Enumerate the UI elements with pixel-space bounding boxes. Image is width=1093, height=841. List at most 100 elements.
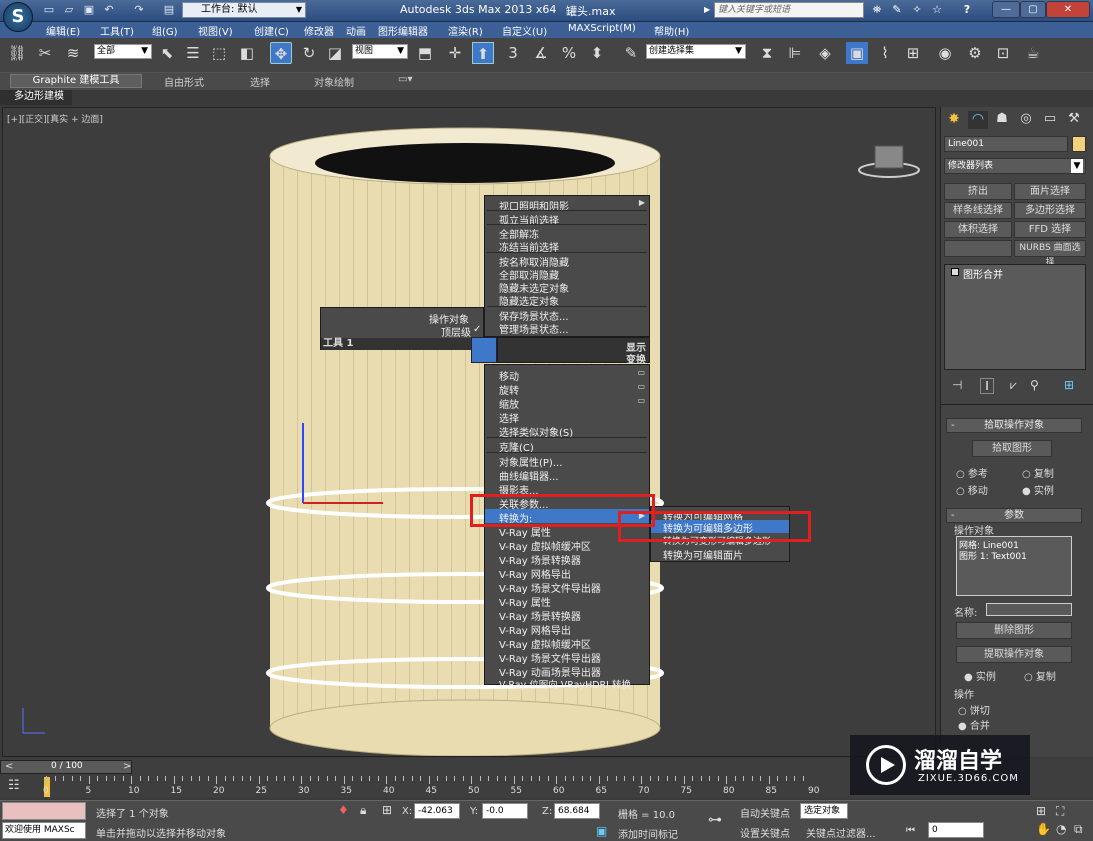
key-icon[interactable]: ⊶ [708, 812, 722, 828]
menu-animation[interactable]: 动画 [346, 23, 366, 38]
pivot-center-icon[interactable]: ⬒ [414, 42, 436, 64]
project-folder-icon[interactable]: ▤ [162, 3, 176, 17]
modify-tab-icon[interactable]: ◠ [968, 111, 988, 129]
add-time-tag[interactable]: 添加时间标记 [618, 826, 678, 841]
settings-box-icon[interactable]: ▭ [637, 368, 645, 377]
object-name-field[interactable]: Line001 [944, 136, 1068, 152]
x-coordinate-field[interactable]: -42.063 [414, 803, 460, 819]
pick-shape-button[interactable]: 拾取图形 [972, 440, 1052, 457]
redo-icon[interactable]: ↷ [132, 3, 146, 17]
create-tab-icon[interactable]: ✸ [944, 111, 964, 129]
time-slider[interactable]: < 0 / 100 > [0, 760, 132, 774]
menu-maxscript[interactable]: MAXScript(M) [568, 23, 636, 34]
modifier-stack-list[interactable]: 图形合并 [944, 264, 1086, 370]
quad-item-vray-scene-converter-2[interactable]: V-Ray 场景转换器 [499, 608, 581, 623]
render-setup-icon[interactable]: ⚙ [964, 42, 986, 64]
timeline-ruler[interactable]: 0 5 10 15 20 25 30 35 40 45 50 55 60 65 70 75 80 85 90 [43, 776, 846, 798]
name-input[interactable] [986, 603, 1072, 616]
delete-shape-button[interactable]: 删除图形 [956, 622, 1072, 639]
tab-object-paint[interactable]: 对象绘制 [314, 74, 354, 89]
tools-icon[interactable]: ✎ [890, 3, 904, 17]
absolute-mode-icon[interactable]: ⊞ [382, 803, 392, 817]
snaps-toggle-icon[interactable]: 3 [502, 42, 524, 64]
radio-extract-instance[interactable]: ● 实例 [964, 668, 996, 683]
radio-extract-copy[interactable]: ○ 复制 [1024, 668, 1056, 683]
quad-item-select[interactable]: 选择 [499, 410, 519, 425]
named-selection-set-dropdown[interactable]: 创建选择集 ▼ [646, 44, 746, 59]
align-icon[interactable]: ⊫ [784, 42, 806, 64]
quad-item-manage-scene-states[interactable]: 管理场景状态... [499, 321, 569, 336]
isolate-toggle-icon[interactable]: ♦ [338, 803, 349, 817]
bind-spacewarp-icon[interactable]: ≋ [62, 42, 84, 64]
time-tag-icon[interactable]: ▣ [596, 824, 607, 838]
ribbon-options-icon[interactable]: ▭▾ [398, 74, 412, 85]
extrude-button[interactable]: 挤出 [944, 183, 1012, 200]
close-button[interactable]: ✕ [1046, 1, 1090, 18]
zoom-extents-icon[interactable]: ⊞ [1036, 804, 1046, 818]
radio-instance[interactable]: ● 实例 [1022, 482, 1054, 497]
undo-icon[interactable]: ↶ [102, 3, 116, 17]
select-rotate-icon[interactable]: ↻ [298, 42, 320, 64]
modifier-list-dropdown[interactable]: 修改器列表 ▼ [944, 158, 1086, 174]
select-move-icon[interactable]: ✥ [270, 42, 292, 64]
save-icon[interactable]: ▣ [82, 3, 96, 17]
show-end-result-icon[interactable]: I [980, 378, 994, 394]
workspace-dropdown[interactable]: 工作台: 默认 ▼ [182, 2, 306, 18]
radio-merge[interactable]: ● 合并 [958, 717, 990, 732]
keyword-search-input[interactable]: 键入关键字或短语 [714, 2, 864, 18]
tab-selection[interactable]: 选择 [250, 74, 270, 89]
quad-item-move[interactable]: 移动 [499, 368, 519, 383]
select-manipulate-icon[interactable]: ✛ [444, 42, 466, 64]
key-mode-dropdown[interactable]: 选定对象 [800, 803, 848, 819]
quad-item-vray-scene-converter[interactable]: V-Ray 场景转换器 [499, 552, 581, 567]
select-object-icon[interactable]: ⬉ [156, 42, 178, 64]
polygon-modeling-tab[interactable]: 多边形建模 [0, 90, 72, 105]
motion-tab-icon[interactable]: ◎ [1016, 111, 1036, 129]
menu-edit[interactable]: 编辑(E) [46, 23, 80, 38]
app-logo-icon[interactable]: S [3, 2, 33, 32]
welcome-text[interactable]: 欢迎使用 MAXSc [2, 822, 86, 839]
quad-item-curve-editor[interactable]: 曲线编辑器... [499, 468, 559, 483]
configure-sets-icon[interactable]: ⊞ [1064, 378, 1074, 392]
menu-customize[interactable]: 自定义(U) [502, 23, 547, 38]
settings-box-icon[interactable]: ▭ [637, 396, 645, 405]
quad-item-vray-vfb-2[interactable]: V-Ray 虚拟帧缓冲区 [499, 636, 591, 651]
remove-modifier-icon[interactable]: ⚲ [1030, 378, 1039, 392]
object-color-swatch[interactable] [1072, 136, 1086, 152]
settings-box-icon[interactable]: ▭ [637, 382, 645, 391]
hierarchy-tab-icon[interactable]: ☗ [992, 111, 1012, 129]
current-frame-field[interactable]: 0 [928, 822, 984, 838]
maximize-viewport-icon[interactable]: ⧉ [1074, 822, 1083, 837]
volume-select-button[interactable]: 体积选择 [944, 221, 1012, 238]
pan-icon[interactable]: ✋ [1036, 822, 1051, 836]
curve-editor-icon[interactable]: ⌇ [874, 42, 896, 64]
stack-item-shape-merge[interactable]: 图形合并 [963, 266, 1003, 281]
community-icon[interactable]: ✧ [910, 3, 924, 17]
graphite-toggle-icon[interactable]: ▣ [846, 42, 868, 64]
percent-snap-icon[interactable]: % [558, 42, 580, 64]
radio-move[interactable]: ○ 移动 [956, 482, 988, 497]
quad-item-vray-scene-exporter-2[interactable]: V-Ray 场景文件导出器 [499, 650, 601, 665]
orbit-icon[interactable]: ◔ [1056, 822, 1066, 836]
patch-select-button[interactable]: 面片选择 [1014, 183, 1086, 200]
tab-graphite-modeling[interactable]: Graphite 建模工具 [10, 74, 142, 88]
quad-item-top-level[interactable]: 顶层级 [441, 324, 471, 339]
time-slider-prev-icon[interactable]: < [5, 761, 13, 772]
rollout-pick-operand[interactable]: - 拾取操作对象 [946, 418, 1082, 433]
quad-item-scale[interactable]: 缩放 [499, 396, 519, 411]
lock-selection-icon[interactable]: 🔒︎ [360, 803, 366, 818]
key-filters-button[interactable]: 关键点过滤器... [806, 825, 876, 840]
spline-select-button[interactable]: 样条线选择 [944, 202, 1012, 219]
rollout-parameters[interactable]: - 参数 [946, 508, 1082, 523]
viewcube-icon[interactable] [874, 145, 904, 169]
tab-freeform[interactable]: 自由形式 [164, 74, 204, 89]
quad-item-vray-bitmap-to-hdri[interactable]: V-Ray 位图向 VRayHDRI 转换 [499, 677, 631, 691]
radio-reference[interactable]: ○ 参考 [956, 465, 988, 480]
quad-item-vray-mesh-export-2[interactable]: V-Ray 网格导出 [499, 622, 571, 637]
submenu-convert-patch[interactable]: 转换为可编辑面片 [663, 547, 743, 562]
quad-item-vray-vfb[interactable]: V-Ray 虚拟帧缓冲区 [499, 538, 591, 553]
search-expand-icon[interactable]: ▶ [704, 5, 710, 14]
y-coordinate-field[interactable]: -0.0 [482, 803, 528, 819]
radio-cookie-cutter[interactable]: ○ 饼切 [958, 702, 990, 717]
spinner-snap-icon[interactable]: ⬍ [586, 42, 608, 64]
